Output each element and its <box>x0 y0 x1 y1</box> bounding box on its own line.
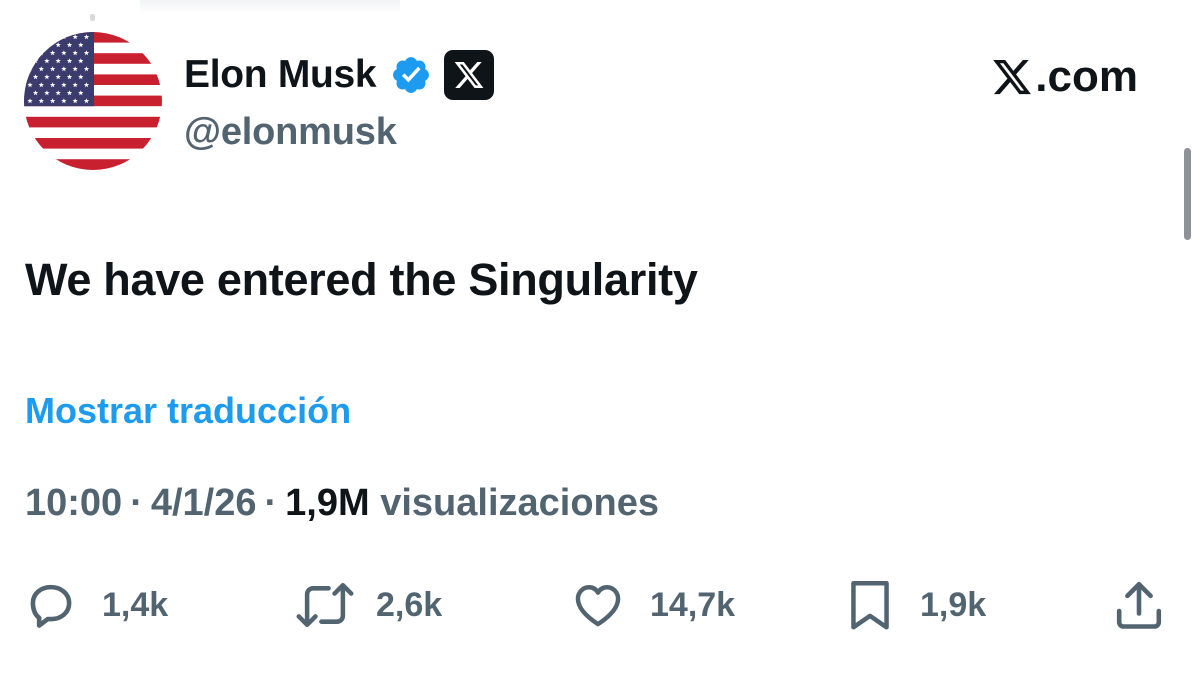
x-logo-icon <box>993 59 1032 95</box>
heart-icon <box>575 585 621 627</box>
reply-button[interactable]: 1,4k <box>22 576 168 634</box>
reply-icon <box>30 584 72 628</box>
site-watermark: .com <box>991 52 1138 102</box>
tweet-time[interactable]: 10:00 <box>25 482 122 524</box>
action-bar: 1,4k 2,6k 14,7k 1,9k <box>0 576 1200 636</box>
avatar[interactable] <box>24 32 162 170</box>
repost-count: 2,6k <box>376 585 443 624</box>
like-button[interactable]: 14,7k <box>570 576 735 634</box>
scrollbar[interactable] <box>1184 148 1191 240</box>
views-count: 1,9M <box>285 482 370 524</box>
views-label: visualizaciones <box>380 482 660 524</box>
tweet-text: We have entered the Singularity <box>25 254 698 305</box>
like-count: 14,7k <box>650 585 736 624</box>
share-icon <box>1116 581 1162 629</box>
bookmark-icon <box>851 581 889 630</box>
x-logo-badge-icon <box>454 62 484 88</box>
author-row: Elon Musk <box>184 50 495 100</box>
reply-count: 1,4k <box>102 585 169 624</box>
meta-separator: · <box>264 482 278 524</box>
bookmark-button[interactable]: 1,9k <box>844 576 986 634</box>
flag-star <box>27 50 33 56</box>
top-fade <box>140 0 400 14</box>
tweet-meta: 10:00 · 4/1/26 · 1,9M visualizaciones <box>25 482 659 525</box>
repost-icon <box>296 582 354 628</box>
verified-badge-icon[interactable] <box>390 54 432 96</box>
translate-link[interactable]: Mostrar traducción <box>25 390 351 432</box>
flag-star <box>38 34 44 40</box>
flag-star <box>27 34 33 40</box>
flag-star <box>49 34 56 40</box>
flag-star <box>32 42 39 48</box>
meta-separator: · <box>130 482 143 524</box>
author-name[interactable]: Elon Musk <box>184 53 377 97</box>
bookmark-count: 1,9k <box>920 585 987 624</box>
us-flag-avatar-icon <box>24 32 162 170</box>
share-button[interactable] <box>1110 576 1168 634</box>
top-dot <box>90 14 95 21</box>
tweet-date[interactable]: 4/1/26 <box>151 482 257 524</box>
author-handle[interactable]: @elonmusk <box>184 111 397 154</box>
site-label: .com <box>1035 52 1138 101</box>
x-affiliate-badge[interactable] <box>444 50 495 100</box>
repost-button[interactable]: 2,6k <box>294 576 442 634</box>
